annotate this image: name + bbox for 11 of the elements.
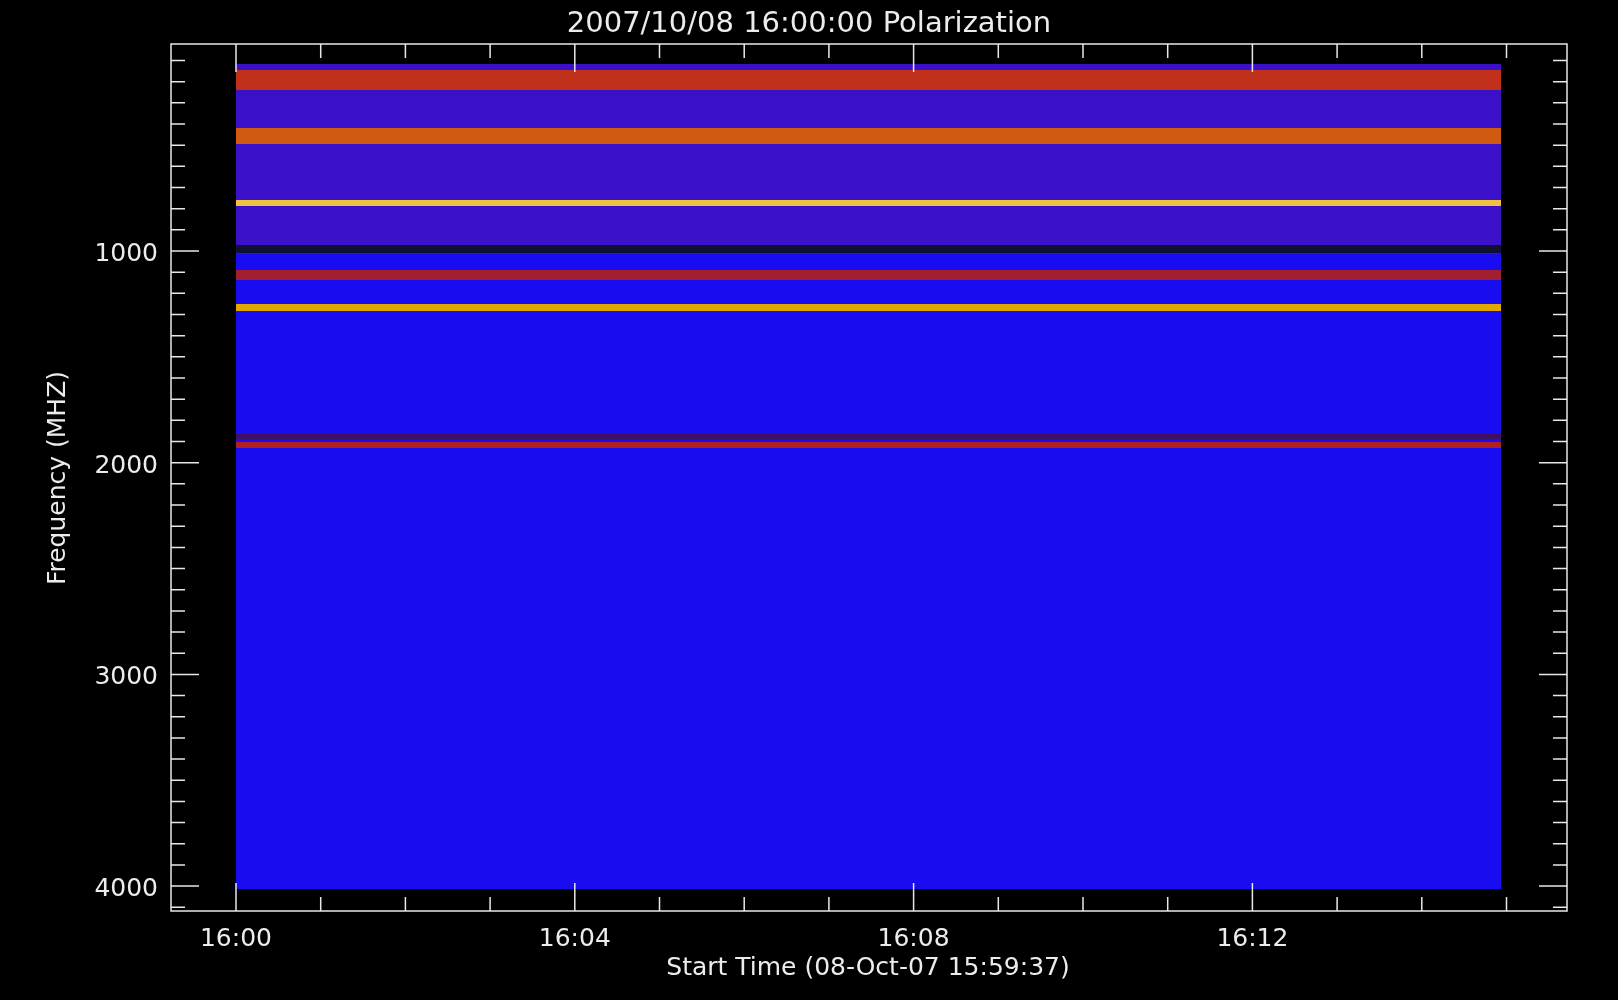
y-tick-label: 3000 bbox=[94, 661, 158, 691]
x-tick-label: 16:00 bbox=[200, 923, 272, 952]
y-tick-label: 2000 bbox=[94, 449, 158, 479]
y-axis-label: Frequency (MHZ) bbox=[42, 370, 71, 586]
y-tick-label: 1000 bbox=[94, 238, 158, 267]
x-tick-label: 16:08 bbox=[877, 923, 950, 952]
chart-title: 2007/10/08 16:00:00 Polarization bbox=[566, 5, 1052, 39]
x-tick-label: 16:04 bbox=[538, 923, 611, 952]
x-axis-label: Start Time (08-Oct-07 15:59:37) bbox=[666, 952, 1070, 981]
y-tick-label: 4000 bbox=[94, 873, 158, 903]
x-tick-label: 16:12 bbox=[1216, 923, 1289, 952]
